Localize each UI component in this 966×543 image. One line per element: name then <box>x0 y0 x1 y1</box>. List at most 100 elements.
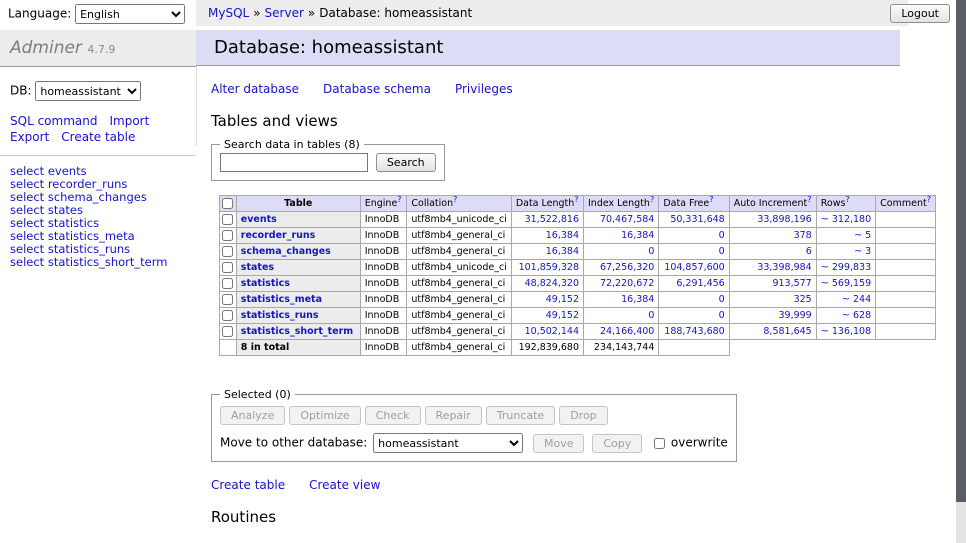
db-select[interactable]: homeassistant <box>35 81 141 101</box>
table-name-link[interactable]: statistics_meta <box>241 294 322 305</box>
scrollbar[interactable] <box>956 0 966 543</box>
rows-link[interactable]: ~ 5 <box>854 230 871 241</box>
row-checkbox[interactable] <box>222 310 233 321</box>
rows-link[interactable]: ~ 569,159 <box>821 278 871 289</box>
data-free-link[interactable]: 0 <box>719 230 725 241</box>
column-help-link[interactable]: ? <box>397 198 401 209</box>
auto-increment-link[interactable]: 6 <box>806 246 812 257</box>
search-button[interactable]: Search <box>376 153 436 172</box>
sidebar-select-table-link[interactable]: select recorder_runs <box>10 177 127 191</box>
row-checkbox[interactable] <box>222 294 233 305</box>
auto-increment-link[interactable]: 378 <box>794 230 812 241</box>
data-length-link[interactable]: 16,384 <box>546 246 579 257</box>
copy-button[interactable]: Copy <box>592 434 642 453</box>
data-free-link[interactable]: 0 <box>719 246 725 257</box>
table-name-link[interactable]: schema_changes <box>241 246 331 257</box>
auto-increment-link[interactable]: 913,577 <box>772 278 811 289</box>
table-name-link[interactable]: events <box>241 214 277 225</box>
data-length-link[interactable]: 48,824,320 <box>525 278 579 289</box>
data-length-link[interactable]: 16,384 <box>546 230 579 241</box>
rows-link[interactable]: ~ 244 <box>842 294 871 305</box>
table-name-link[interactable]: statistics <box>241 278 290 289</box>
row-checkbox[interactable] <box>222 326 233 337</box>
sql-command-link[interactable]: SQL command <box>10 114 97 128</box>
create-table-main-link[interactable]: Create table <box>211 478 285 492</box>
row-checkbox[interactable] <box>222 262 233 273</box>
index-length-link[interactable]: 72,220,672 <box>600 278 654 289</box>
index-length-link[interactable]: 0 <box>648 246 654 257</box>
export-link[interactable]: Export <box>10 130 49 144</box>
auto-increment-link[interactable]: 39,999 <box>778 310 811 321</box>
database-schema-link[interactable]: Database schema <box>323 82 431 96</box>
rows-link[interactable]: ~ 628 <box>842 310 871 321</box>
index-length-link[interactable]: 16,384 <box>621 230 654 241</box>
table-name-link[interactable]: statistics_short_term <box>241 326 353 337</box>
data-length-link[interactable]: 31,522,816 <box>525 214 579 225</box>
column-help-link[interactable]: ? <box>927 198 931 209</box>
rows-link[interactable]: ~ 312,180 <box>821 214 871 225</box>
data-free-link[interactable]: 6,291,456 <box>676 278 724 289</box>
column-help-link[interactable]: ? <box>453 198 457 209</box>
column-help-link[interactable]: ? <box>807 198 811 209</box>
search-input[interactable] <box>220 153 368 172</box>
import-link[interactable]: Import <box>109 114 149 128</box>
column-help-link[interactable]: ? <box>709 198 713 209</box>
data-free-link[interactable]: 104,857,600 <box>664 262 724 273</box>
scrollbar-thumb[interactable] <box>956 0 966 502</box>
data-length-link[interactable]: 49,152 <box>546 294 579 305</box>
column-help-link[interactable]: ? <box>845 198 849 209</box>
analyze-button[interactable]: Analyze <box>220 406 285 425</box>
repair-button[interactable]: Repair <box>425 406 482 425</box>
rows-link[interactable]: ~ 136,108 <box>821 326 871 337</box>
auto-increment-link[interactable]: 33,398,984 <box>757 262 811 273</box>
move-button[interactable]: Move <box>533 434 585 453</box>
optimize-button[interactable]: Optimize <box>289 406 360 425</box>
row-checkbox[interactable] <box>222 246 233 257</box>
index-length-link[interactable]: 24,166,400 <box>600 326 654 337</box>
table-name-link[interactable]: statistics_runs <box>241 310 319 321</box>
drop-button[interactable]: Drop <box>559 406 607 425</box>
row-checkbox[interactable] <box>222 230 233 241</box>
index-length-link[interactable]: 0 <box>648 310 654 321</box>
data-free-link[interactable]: 188,743,680 <box>664 326 724 337</box>
sidebar-select-table-link[interactable]: select statistics <box>10 216 99 230</box>
sidebar-select-table-link[interactable]: select schema_changes <box>10 190 147 204</box>
alter-database-link[interactable]: Alter database <box>211 82 299 96</box>
data-free-link[interactable]: 50,331,648 <box>670 214 724 225</box>
auto-increment-link[interactable]: 325 <box>794 294 812 305</box>
sidebar-select-table-link[interactable]: select events <box>10 164 87 178</box>
index-length-link[interactable]: 16,384 <box>621 294 654 305</box>
logout-button[interactable]: Logout <box>890 4 950 23</box>
rows-link[interactable]: ~ 3 <box>854 246 871 257</box>
data-free-link[interactable]: 0 <box>719 310 725 321</box>
data-length-link[interactable]: 101,859,328 <box>519 262 579 273</box>
move-db-select[interactable]: homeassistant <box>373 433 523 453</box>
data-free-link[interactable]: 0 <box>719 294 725 305</box>
index-length-link[interactable]: 67,256,320 <box>600 262 654 273</box>
sidebar-select-table-link[interactable]: select states <box>10 203 83 217</box>
index-length-link[interactable]: 70,467,584 <box>600 214 654 225</box>
create-table-link[interactable]: Create table <box>61 130 135 144</box>
create-view-link[interactable]: Create view <box>309 478 380 492</box>
privileges-link[interactable]: Privileges <box>455 82 513 96</box>
column-help-link[interactable]: ? <box>650 198 654 209</box>
row-checkbox[interactable] <box>222 278 233 289</box>
column-help-link[interactable]: ? <box>574 198 578 209</box>
sidebar-select-table-link[interactable]: select statistics_short_term <box>10 255 167 269</box>
adminer-home-link[interactable]: Adminer <box>10 38 82 58</box>
row-checkbox[interactable] <box>222 214 233 225</box>
table-name-link[interactable]: recorder_runs <box>241 230 316 241</box>
breadcrumb-mysql-link[interactable]: MySQL <box>208 6 249 20</box>
breadcrumb-server-link[interactable]: Server <box>265 6 304 20</box>
check-button[interactable]: Check <box>365 406 421 425</box>
data-length-link[interactable]: 49,152 <box>546 310 579 321</box>
sidebar-select-table-link[interactable]: select statistics_runs <box>10 242 130 256</box>
truncate-button[interactable]: Truncate <box>486 406 555 425</box>
sidebar-select-table-link[interactable]: select statistics_meta <box>10 229 135 243</box>
rows-link[interactable]: ~ 299,833 <box>821 262 871 273</box>
table-name-link[interactable]: states <box>241 262 274 273</box>
select-all-checkbox[interactable] <box>222 198 233 209</box>
overwrite-checkbox[interactable] <box>654 438 665 449</box>
language-select[interactable]: English <box>75 4 185 24</box>
auto-increment-link[interactable]: 8,581,645 <box>763 326 811 337</box>
